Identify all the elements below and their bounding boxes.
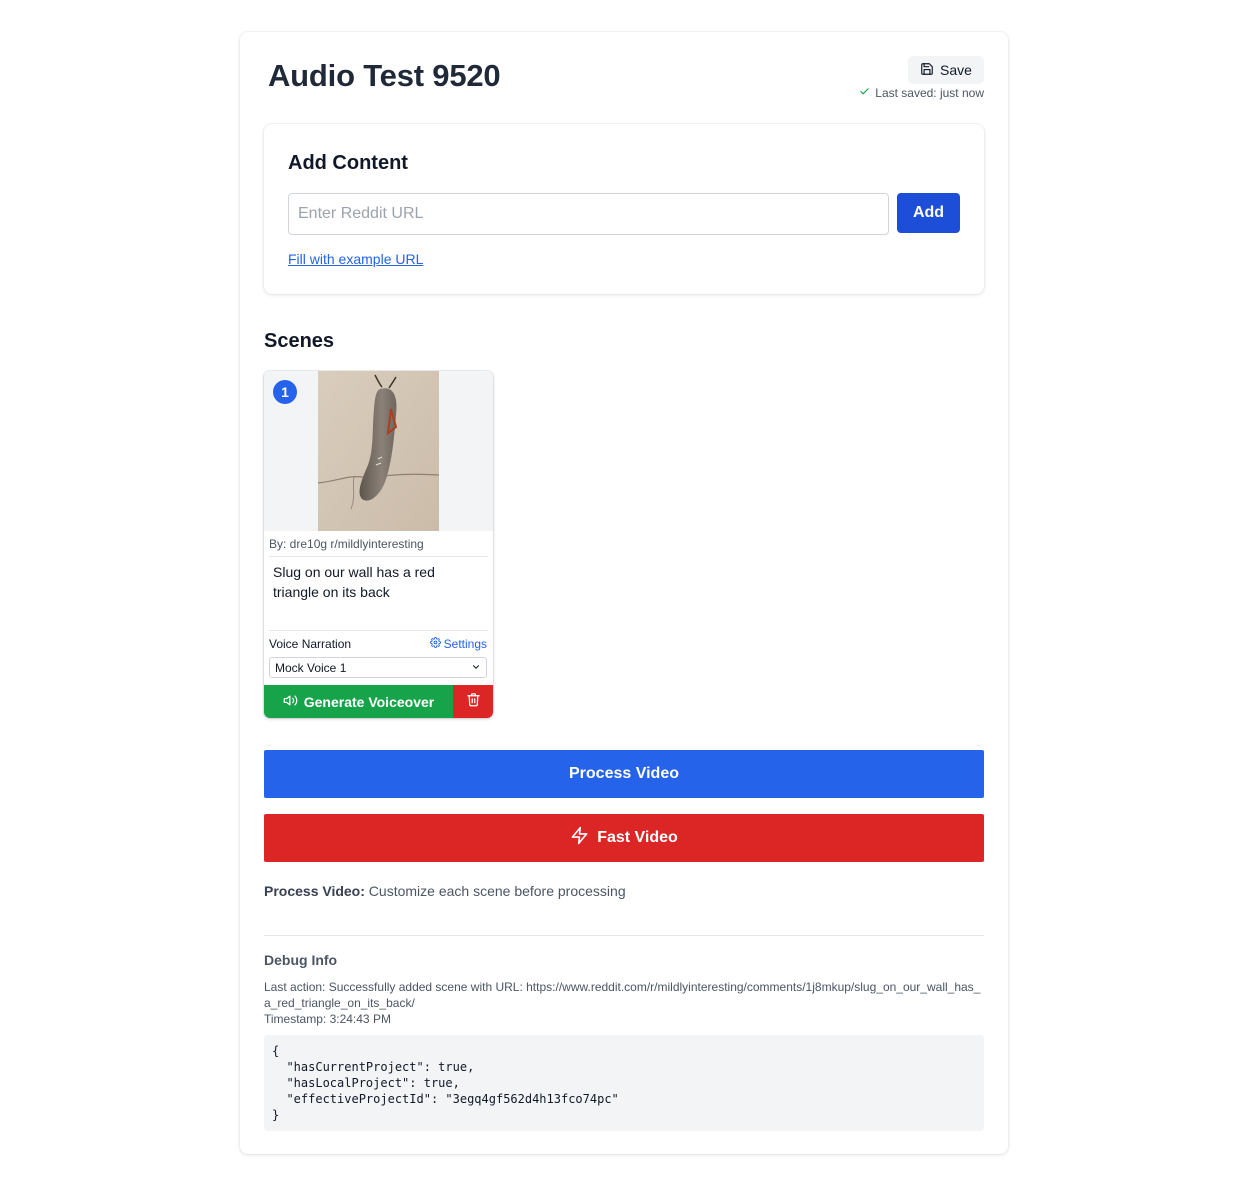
debug-json-block: { "hasCurrentProject": true, "hasLocalPr… (264, 1035, 984, 1131)
process-video-note: Process Video: Customize each scene befo… (264, 883, 626, 899)
add-content-panel: Add Content Add Fill with example URL (264, 124, 984, 294)
scenes-title: Scenes (264, 330, 335, 352)
voice-settings-link[interactable]: Settings (429, 637, 487, 651)
add-content-title: Add Content (288, 152, 408, 174)
debug-info-title: Debug Info (264, 952, 338, 968)
debug-timestamp: Timestamp: 3:24:43 PM (264, 1012, 391, 1026)
settings-label: Settings (443, 637, 487, 651)
fast-video-button[interactable]: Fast Video (264, 814, 984, 862)
code-line: "effectiveProjectId": "3egq4gf562d4h13fc… (272, 1092, 619, 1106)
process-note-text: Customize each scene before processing (364, 883, 626, 899)
project-card: Audio Test 9520 Save Last saved: just no… (240, 32, 1008, 1154)
check-icon (859, 86, 870, 100)
code-line: "hasLocalProject": true, (272, 1076, 460, 1090)
scene-image (318, 371, 439, 531)
speaker-icon (283, 693, 298, 711)
save-icon (920, 62, 934, 79)
generate-voiceover-button[interactable]: Generate Voiceover (264, 685, 453, 718)
generate-voiceover-label: Generate Voiceover (303, 693, 435, 710)
trash-icon (466, 692, 481, 712)
code-line: { (272, 1044, 280, 1058)
scene-card: 1 By: dre10g r/mildlyinteresting Slug on… (264, 371, 493, 718)
chevron-down-icon (471, 661, 481, 675)
voice-select-value: Mock Voice 1 (275, 660, 347, 675)
fast-video-label: Fast Video (597, 829, 678, 846)
lightning-icon (570, 826, 589, 850)
process-video-button[interactable]: Process Video (264, 750, 984, 798)
scene-media: 1 (264, 371, 493, 531)
save-label: Save (940, 62, 972, 78)
process-note-bold: Process Video: (264, 883, 365, 899)
gear-icon (429, 637, 441, 651)
fill-example-url-link[interactable]: Fill with example URL (288, 251, 423, 267)
debug-last-action: Last action: Successfully added scene wi… (264, 980, 981, 1010)
divider (269, 630, 488, 631)
page-title: Audio Test 9520 (268, 58, 501, 93)
last-saved-text: Last saved: just now (875, 86, 984, 100)
scene-number-badge: 1 (273, 380, 297, 404)
delete-scene-button[interactable] (453, 685, 493, 718)
divider (264, 935, 984, 936)
code-line: "hasCurrentProject": true, (272, 1060, 475, 1074)
voice-select[interactable]: Mock Voice 1 (269, 657, 487, 678)
scene-text: Slug on our wall has a red triangle on i… (273, 564, 435, 600)
divider (269, 556, 488, 557)
save-button[interactable]: Save (908, 56, 984, 84)
scene-author: By: dre10g r/mildlyinteresting (269, 537, 424, 551)
voice-narration-label: Voice Narration (269, 637, 352, 651)
process-video-label: Process Video (569, 765, 679, 782)
code-line: } (272, 1108, 280, 1122)
last-saved-status: Last saved: just now (859, 86, 984, 100)
add-button[interactable]: Add (897, 193, 960, 233)
reddit-url-input[interactable] (288, 193, 889, 235)
